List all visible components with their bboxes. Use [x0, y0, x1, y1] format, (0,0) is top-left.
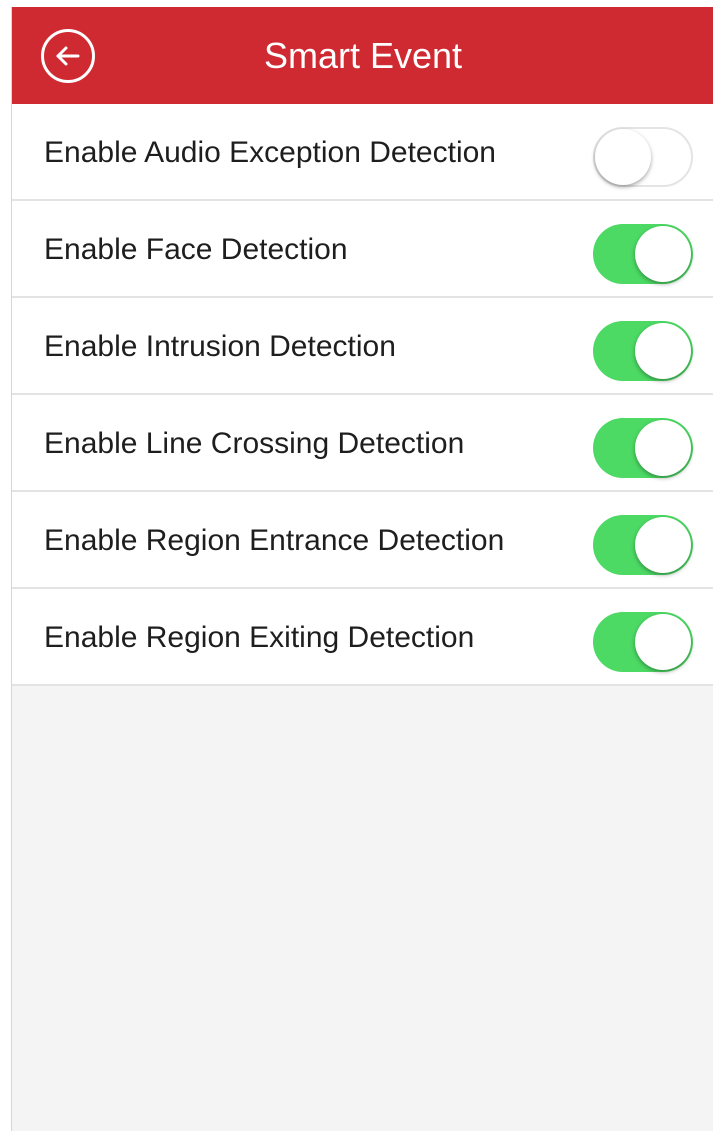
- setting-row-intrusion: Enable Intrusion Detection: [12, 298, 713, 395]
- intrusion-detection-toggle[interactable]: [593, 321, 693, 381]
- face-detection-toggle[interactable]: [593, 224, 693, 284]
- region-exiting-toggle[interactable]: [593, 612, 693, 672]
- setting-row-audio-exception: Enable Audio Exception Detection: [12, 104, 713, 201]
- region-entrance-toggle[interactable]: [593, 515, 693, 575]
- setting-row-face: Enable Face Detection: [12, 201, 713, 298]
- line-crossing-toggle[interactable]: [593, 418, 693, 478]
- toggle-knob: [635, 517, 691, 573]
- setting-label: Enable Region Entrance Detection: [44, 524, 505, 557]
- setting-label: Enable Face Detection: [44, 233, 348, 266]
- settings-list: Enable Audio Exception Detection Enable …: [12, 104, 713, 686]
- setting-row-region-entrance: Enable Region Entrance Detection: [12, 492, 713, 589]
- audio-exception-toggle[interactable]: [593, 127, 693, 187]
- setting-label: Enable Region Exiting Detection: [44, 621, 475, 654]
- toggle-knob: [635, 420, 691, 476]
- back-arrow-icon: [56, 46, 80, 66]
- toggle-knob: [635, 226, 691, 282]
- page-title: Smart Event: [263, 35, 463, 76]
- header-bar: Smart Event: [12, 7, 713, 104]
- setting-row-line-crossing: Enable Line Crossing Detection: [12, 395, 713, 492]
- setting-label: Enable Intrusion Detection: [44, 330, 396, 363]
- toggle-knob: [635, 323, 691, 379]
- app-screen: Smart Event Enable Audio Exception Detec…: [11, 7, 713, 1131]
- setting-label: Enable Audio Exception Detection: [44, 136, 496, 169]
- back-button[interactable]: [41, 29, 95, 83]
- toggle-knob: [595, 129, 651, 185]
- toggle-knob: [635, 614, 691, 670]
- setting-label: Enable Line Crossing Detection: [44, 427, 465, 460]
- setting-row-region-exiting: Enable Region Exiting Detection: [12, 589, 713, 686]
